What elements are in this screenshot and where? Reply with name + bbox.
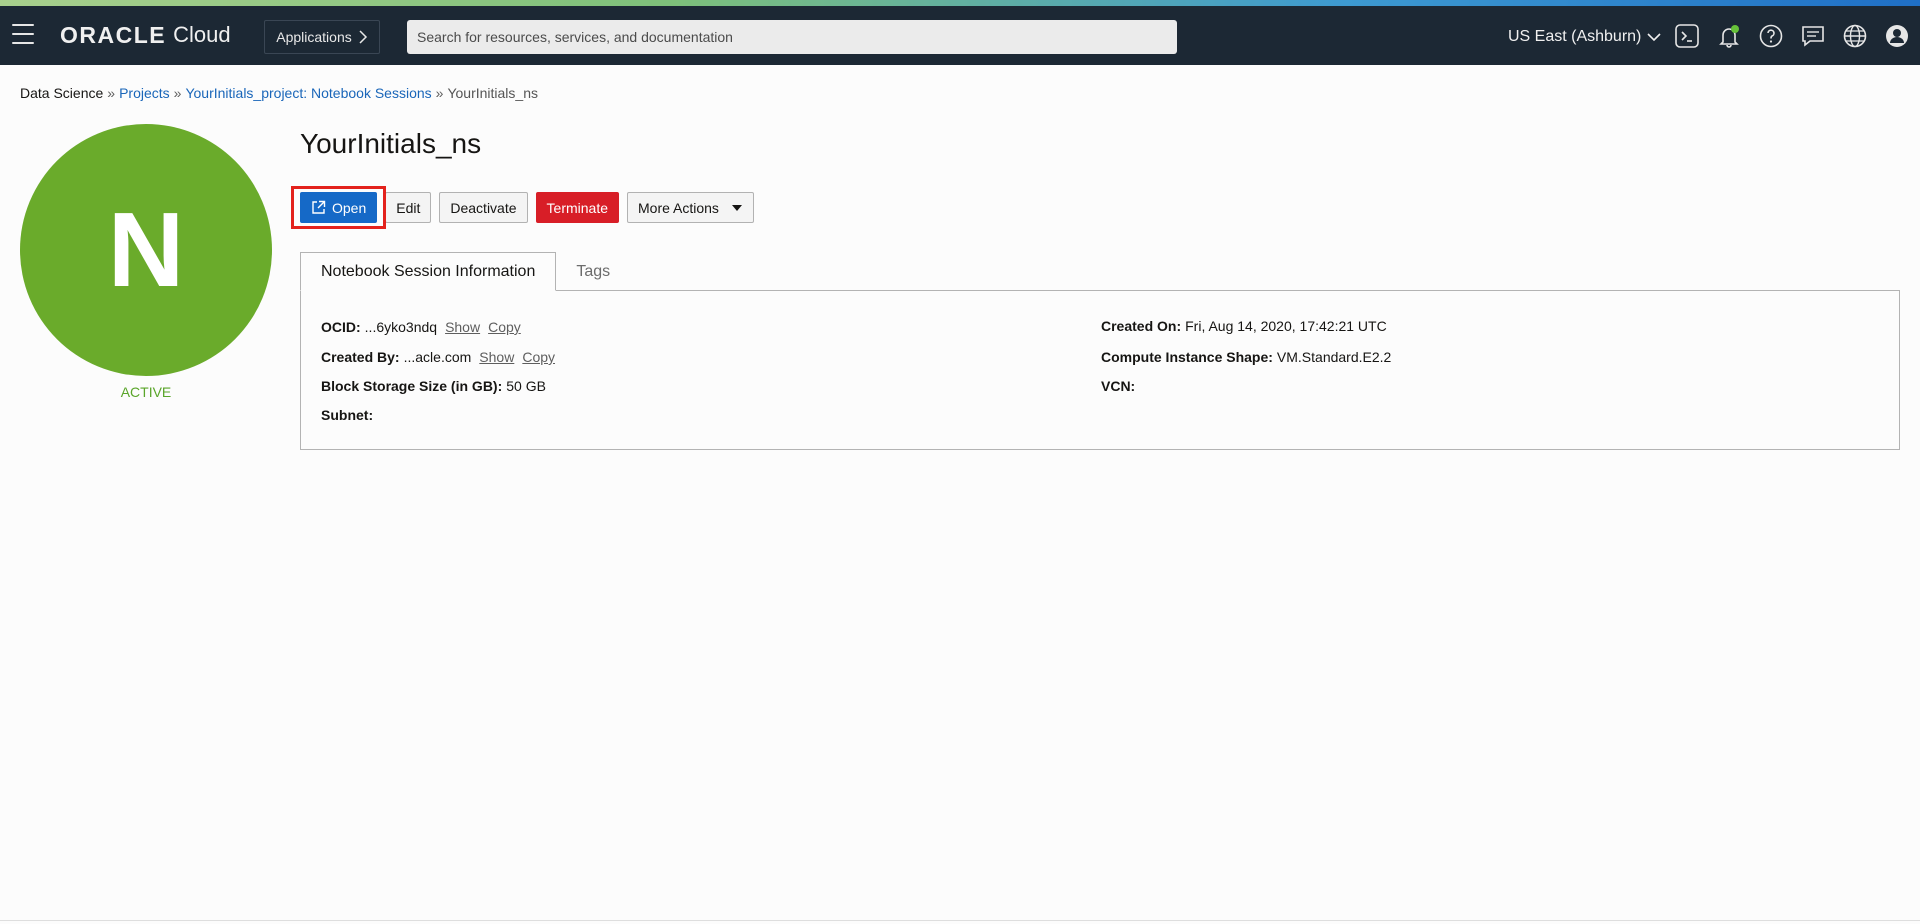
breadcrumb-data-science: Data Science [20,85,104,101]
region-selector[interactable]: US East (Ashburn) [1508,26,1661,48]
chat-icon[interactable] [1800,23,1826,49]
created-on-value: Fri, Aug 14, 2020, 17:42:21 UTC [1185,318,1387,334]
detail-tabs: Notebook Session Information Tags [300,252,630,291]
oracle-cloud-logo[interactable]: ORACLE Cloud [60,20,231,50]
chevron-down-icon [1647,33,1661,42]
open-button-label: Open [332,199,367,216]
ocid-copy-link[interactable]: Copy [488,319,521,335]
tab-notebook-session-information[interactable]: Notebook Session Information [300,252,557,291]
caret-down-icon [731,204,742,211]
breadcrumb-projects-link[interactable]: Projects [119,85,170,101]
user-icon[interactable] [1884,23,1910,49]
tab-tags[interactable]: Tags [556,252,630,291]
cloud-shell-icon[interactable] [1674,23,1700,49]
top-navigation-bar: ORACLE Cloud Applications US East (Ashbu… [0,6,1920,65]
subnet-row: Subnet: [321,407,377,423]
region-label: US East (Ashburn) [1508,28,1642,45]
page-title: YourInitials_ns [300,128,482,159]
created-by-show-link[interactable]: Show [479,349,514,365]
block-storage-label: Block Storage Size (in GB): [321,378,503,394]
created-by-copy-link[interactable]: Copy [522,349,555,365]
help-icon[interactable] [1758,23,1784,49]
brand-oracle-text: ORACLE [60,21,167,48]
ocid-show-link[interactable]: Show [445,319,480,335]
created-on-row: Created On: Fri, Aug 14, 2020, 17:42:21 U… [1101,318,1387,334]
ocid-value: ...6yko3ndq [364,319,438,335]
created-by-value: ...acle.com [403,349,472,365]
hamburger-icon[interactable] [12,24,34,44]
created-by-label: Created By: [321,349,400,365]
breadcrumb-separator: » [435,85,444,101]
ocid-row: OCID: ...6yko3ndq Show Copy [321,319,521,335]
open-button[interactable]: Open [300,192,378,223]
breadcrumb-project-link[interactable]: YourInitials_project: Notebook Sessions [185,85,431,101]
created-on-label: Created On: [1101,318,1182,334]
block-storage-row: Block Storage Size (in GB): 50 GB [321,378,546,394]
chevron-right-icon [359,30,367,44]
created-by-row: Created By: ...acle.com Show Copy [321,349,555,365]
more-actions-label: More Actions [638,199,719,216]
subnet-label: Subnet: [321,407,374,423]
external-link-icon [312,200,326,214]
terminate-button[interactable]: Terminate [535,192,619,223]
globe-icon[interactable] [1842,23,1868,49]
breadcrumb-separator: » [107,85,116,101]
breadcrumb-separator: » [173,85,182,101]
avatar-letter: N [107,190,185,309]
search-input[interactable] [407,20,1177,54]
shape-row: Compute Instance Shape: VM.Standard.E2.2 [1101,349,1391,365]
action-toolbar: Open Edit Deactivate Terminate More Acti… [300,192,754,223]
breadcrumb: Data Science» Projects» YourInitials_proje… [20,85,538,101]
bell-icon[interactable] [1716,23,1742,49]
shape-value: VM.Standard.E2.2 [1276,349,1392,365]
applications-button[interactable]: Applications [264,20,380,54]
resource-avatar: N [20,124,272,376]
vcn-row: VCN: [1101,378,1139,394]
ocid-label: OCID: [321,319,361,335]
footer-divider [0,920,1920,921]
shape-label: Compute Instance Shape: [1101,349,1273,365]
applications-label: Applications [276,29,352,45]
brand-cloud-text: Cloud [173,22,231,47]
notebook-session-info-panel: OCID: ...6yko3ndq Show Copy Created By: ...a… [300,290,1900,450]
breadcrumb-current: YourInitials_ns [447,85,538,101]
block-storage-value: 50 GB [506,378,546,394]
edit-button[interactable]: Edit [385,192,432,223]
status-badge: ACTIVE [120,384,172,400]
vcn-label: VCN: [1101,378,1136,394]
deactivate-button[interactable]: Deactivate [439,192,528,223]
more-actions-button[interactable]: More Actions [627,192,754,223]
